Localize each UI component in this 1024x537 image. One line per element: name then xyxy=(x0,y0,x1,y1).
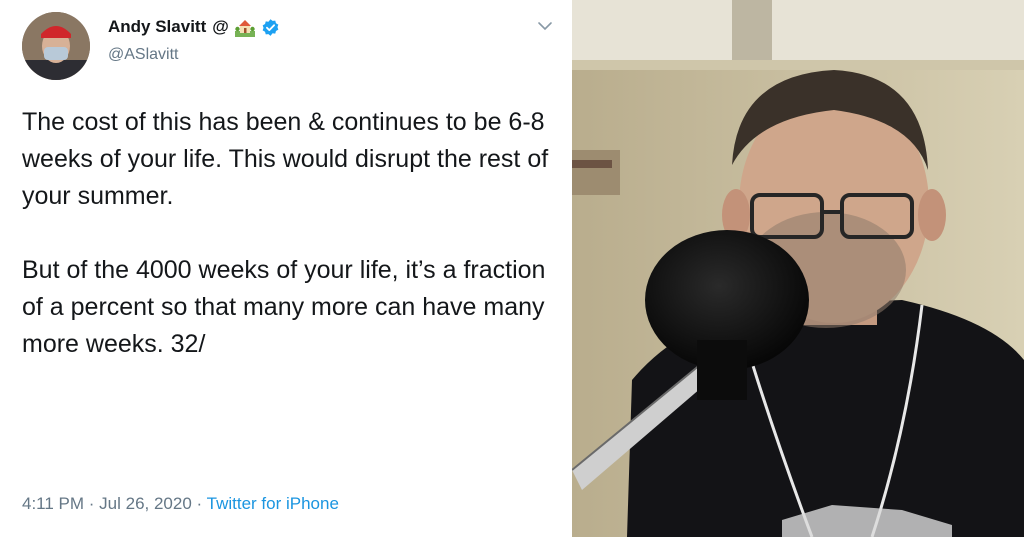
tweet-card: Andy Slavitt @ @ASlavitt The cost of thi… xyxy=(0,0,572,537)
verified-badge-icon xyxy=(262,18,279,36)
meta-separator: · xyxy=(191,494,207,513)
meta-separator: · xyxy=(84,494,100,513)
tweet-date[interactable]: Jul 26, 2020 xyxy=(99,494,192,513)
author-name[interactable]: Andy Slavitt xyxy=(108,17,206,37)
tweet-source-link[interactable]: Twitter for iPhone xyxy=(207,494,339,513)
house-with-garden-icon xyxy=(234,20,255,37)
tweet-text: The cost of this has been & continues to… xyxy=(22,108,549,358)
avatar[interactable] xyxy=(22,12,90,80)
tweet-metadata: 4:11 PM · Jul 26, 2020 · Twitter for iPh… xyxy=(22,494,339,514)
tweet-time[interactable]: 4:11 PM xyxy=(22,494,84,513)
video-still-photo xyxy=(572,0,1024,537)
author-row: Andy Slavitt @ xyxy=(108,14,280,40)
chevron-down-icon[interactable] xyxy=(537,20,553,32)
author-suffix: @ xyxy=(212,17,229,36)
author-handle[interactable]: @ASlavitt xyxy=(108,46,178,64)
